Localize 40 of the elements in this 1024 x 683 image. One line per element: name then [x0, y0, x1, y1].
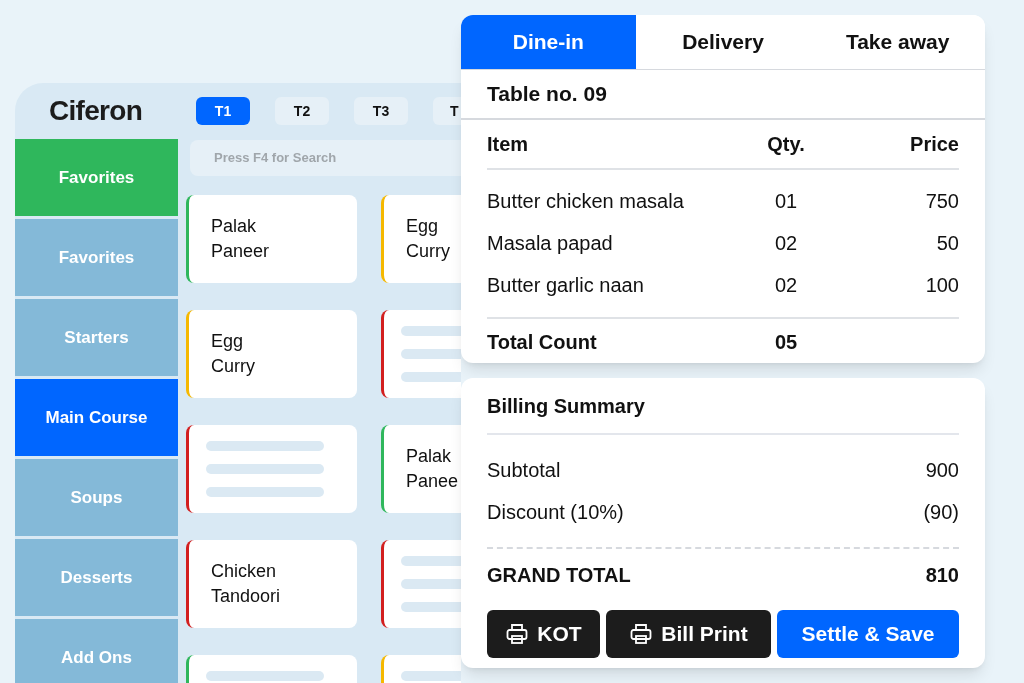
table-tab[interactable]: T3: [354, 97, 408, 125]
order-type-tab[interactable]: Dine-in: [461, 15, 636, 69]
grand-total-label: GRAND TOTAL: [487, 563, 631, 588]
table-tab[interactable]: T: [433, 97, 461, 125]
table-cell-text: Masala papad: [487, 231, 614, 256]
menu-item-card[interactable]: Egg Curry: [186, 310, 357, 398]
table-tab[interactable]: T1: [196, 97, 250, 125]
kot-button[interactable]: KOT: [487, 610, 600, 658]
menu-item-card[interactable]: Palak Paneer: [186, 195, 357, 283]
summary-value: 900: [925, 458, 959, 483]
menu-item-card[interactable]: Palak Panee: [381, 425, 461, 513]
sidebar-item[interactable]: Main Course: [15, 379, 178, 456]
grand-total-value: 810: [925, 563, 959, 588]
billing-title: Billing Summary: [487, 393, 645, 419]
column-header: Item: [487, 132, 530, 157]
table-cell-text: 750: [924, 189, 959, 214]
table-cell-text: Butter garlic naan: [487, 273, 645, 298]
summary-label: Subtotal: [487, 458, 561, 483]
summary-value: (90): [923, 500, 959, 525]
menu-item-card[interactable]: Chicken Tandoori: [186, 540, 357, 628]
table-cell-text: 02: [773, 273, 799, 298]
table-number: Table no. 09: [487, 81, 607, 108]
table-cell-text: 100: [924, 273, 959, 298]
table-tab[interactable]: T2: [275, 97, 329, 125]
printer-icon: [629, 622, 654, 646]
table-cell-text: 01: [773, 189, 799, 214]
order-type-tab[interactable]: Take away: [810, 15, 985, 69]
printer-icon: [505, 622, 530, 646]
table-cell-text: 02: [773, 231, 799, 256]
total-count: 05: [773, 330, 799, 355]
column-header: Qty.: [766, 132, 806, 157]
bill-print-button[interactable]: Bill Print: [606, 610, 771, 658]
menu-item-card[interactable]: Egg Curry: [381, 195, 461, 283]
table-cell-text: Butter chicken masala: [487, 189, 685, 214]
settle-save-button[interactable]: Settle & Save: [777, 610, 959, 658]
summary-label: Discount (10%): [487, 500, 624, 525]
column-header: Price: [909, 132, 959, 157]
logo: Ciferon: [48, 94, 143, 128]
total-label: Total Count: [487, 330, 598, 355]
table-cell-text: 50: [935, 231, 959, 256]
